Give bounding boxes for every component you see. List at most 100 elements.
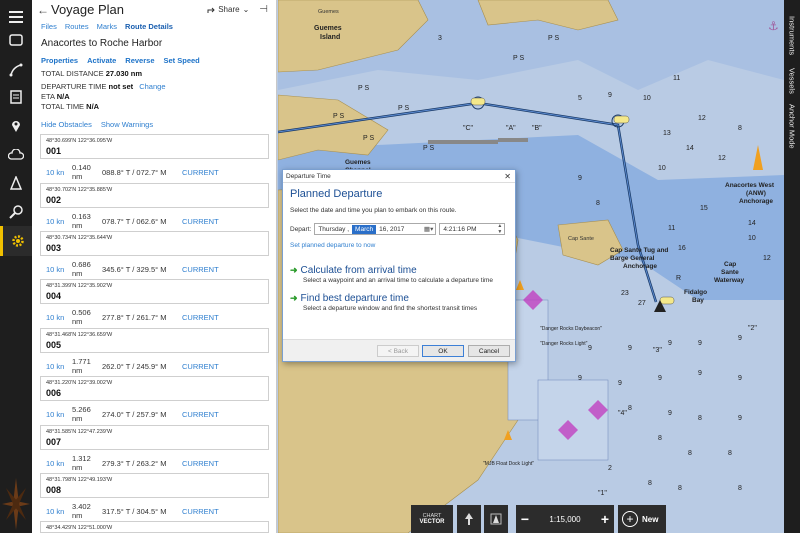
svg-text:8: 8	[688, 450, 692, 457]
reverse-button[interactable]: Reverse	[125, 56, 154, 67]
leg-current: CURRENT	[182, 506, 219, 516]
leg-distance: 1.312 nm	[72, 454, 91, 472]
waypoint-card[interactable]: 48°30.702'N 122°35.885'W 002	[40, 183, 269, 208]
zoom-in-button[interactable]: +	[596, 511, 614, 527]
settings-gear-icon[interactable]	[0, 226, 32, 256]
leg-row[interactable]: 10 kn 0.163 nm 078.7° T / 062.6° M CURRE…	[46, 212, 266, 230]
svg-text:8: 8	[596, 200, 600, 207]
chart-mode-label: VECTOR	[419, 519, 445, 525]
cancel-button[interactable]: Cancel	[468, 345, 510, 357]
plus-circle-icon: +	[622, 511, 638, 527]
leg-distance: 0.163 nm	[72, 212, 91, 230]
waypoint-card[interactable]: 48°34.429'N 122°51.000'W	[40, 521, 269, 533]
svg-text:9: 9	[578, 175, 582, 182]
leg-row[interactable]: 10 kn 1.771 nm 262.0° T / 245.9° M CURRE…	[46, 357, 266, 375]
leg-row[interactable]: 10 kn 0.506 nm 277.8° T / 261.7° M CURRE…	[46, 308, 266, 326]
tides-currents-icon[interactable]	[0, 168, 32, 198]
instruments-tab[interactable]: Instruments	[784, 10, 800, 62]
arrow-right-icon: ➜	[290, 264, 298, 275]
waypoint-card[interactable]: 48°31.798'N 122°49.193'W 008	[40, 473, 269, 498]
zoom-out-button[interactable]: −	[516, 511, 534, 527]
waypoint-card[interactable]: 48°31.468'N 122°36.659'W 005	[40, 328, 269, 353]
leg-speed[interactable]: 10 kn	[46, 410, 72, 419]
back-arrow-icon[interactable]: ←	[37, 3, 51, 17]
svg-text:(ANW): (ANW)	[746, 190, 766, 197]
charts-icon[interactable]	[0, 25, 32, 55]
leg-speed[interactable]: 10 kn	[46, 265, 72, 274]
properties-button[interactable]: Properties	[41, 56, 78, 67]
svg-text:11: 11	[668, 225, 675, 232]
leg-row[interactable]: 10 kn 1.312 nm 279.3° T / 263.2° M CURRE…	[46, 454, 266, 472]
show-warnings-link[interactable]: Show Warnings	[101, 120, 153, 130]
waypoint-coord: 48°30.734'N 122°35.644'W	[46, 235, 113, 241]
waypoint-number: 004	[46, 291, 62, 301]
calculate-from-arrival-option[interactable]: ➜ Calculate from arrival time Select a wa…	[283, 264, 515, 285]
waypoint-card[interactable]: 48°31.220'N 122°39.002'W 006	[40, 376, 269, 401]
north-up-button[interactable]	[457, 505, 481, 533]
departure-time-field[interactable]: 4:21:16 PM ▲ ▼	[439, 223, 506, 235]
routes-icon[interactable]	[0, 55, 32, 85]
set-departure-now-link[interactable]: Set planned departure to now	[283, 242, 515, 251]
ok-button[interactable]: OK	[422, 345, 464, 357]
new-label: New	[642, 514, 659, 524]
boat-follow-button[interactable]	[484, 505, 508, 533]
back-button[interactable]: < Back	[377, 345, 419, 357]
close-icon[interactable]: ✕	[504, 172, 511, 181]
time-spinner-icon[interactable]: ▲ ▼	[497, 223, 502, 235]
departure-date-picker[interactable]: Thursday , March 16, 2017 ▦▾	[314, 223, 437, 235]
waypoint-number: 006	[46, 388, 62, 398]
svg-text:9: 9	[738, 335, 742, 342]
pin-icon[interactable]: ⊣	[259, 4, 268, 15]
date-month[interactable]: March	[352, 224, 377, 234]
hide-obstacles-link[interactable]: Hide Obstacles	[41, 120, 92, 130]
waypoint-card[interactable]: 48°31.585'N 122°47.239'W 007	[40, 425, 269, 450]
svg-text:P S: P S	[398, 105, 409, 112]
svg-text:Island: Island	[320, 34, 340, 41]
leg-distance: 5.266 nm	[72, 405, 91, 423]
leg-row[interactable]: 10 kn 0.140 nm 088.8° T / 072.7° M CURRE…	[46, 163, 266, 181]
svg-text:Fidalgo: Fidalgo	[684, 289, 707, 296]
tab-files[interactable]: Files	[41, 22, 57, 31]
waypoint-card[interactable]: 48°30.699'N 122°36.095'W 001	[40, 134, 269, 159]
boat-icon	[490, 513, 502, 525]
leg-speed[interactable]: 10 kn	[46, 217, 72, 226]
change-departure-link[interactable]: Change	[139, 82, 165, 91]
share-button[interactable]: Share ⌄	[207, 5, 249, 14]
svg-text:"A": "A"	[506, 125, 516, 132]
svg-text:9: 9	[578, 375, 582, 382]
svg-text:8: 8	[698, 415, 702, 422]
leg-row[interactable]: 10 kn 0.686 nm 345.6° T / 329.5° M CURRE…	[46, 260, 266, 278]
search-icon[interactable]	[0, 197, 32, 227]
calendar-icon[interactable]: ▦▾	[424, 225, 433, 233]
leg-speed[interactable]: 10 kn	[46, 459, 72, 468]
route-actions: Properties Activate Reverse Set Speed	[32, 56, 276, 67]
leg-speed[interactable]: 10 kn	[46, 168, 72, 177]
total-time-label: TOTAL TIME	[41, 102, 85, 111]
tab-marks[interactable]: Marks	[97, 22, 117, 31]
marks-icon[interactable]	[0, 111, 32, 141]
svg-text:Bay: Bay	[692, 297, 704, 304]
leg-speed[interactable]: 10 kn	[46, 507, 72, 516]
leg-current: CURRENT	[182, 361, 219, 371]
leg-speed[interactable]: 10 kn	[46, 313, 72, 322]
north-arrow-icon	[465, 513, 473, 525]
find-best-departure-option[interactable]: ➜ Find best departure time Select a depar…	[283, 292, 515, 313]
leg-row[interactable]: 10 kn 5.266 nm 274.0° T / 257.9° M CURRE…	[46, 405, 266, 423]
leg-speed[interactable]: 10 kn	[46, 362, 72, 371]
vessels-tab[interactable]: Vessels	[784, 62, 800, 100]
waypoint-card[interactable]: 48°30.734'N 122°35.644'W 003	[40, 231, 269, 256]
weather-icon[interactable]	[0, 140, 32, 170]
leg-row[interactable]: 10 kn 3.402 nm 317.5° T / 304.5° M CURRE…	[46, 502, 266, 520]
waypoint-card[interactable]: 48°31.399'N 122°35.902'W 004	[40, 279, 269, 304]
tab-route-details[interactable]: Route Details	[125, 22, 173, 31]
chevron-down-icon: ⌄	[242, 5, 250, 14]
chart-mode-button[interactable]: CHART VECTOR	[411, 505, 453, 533]
activate-button[interactable]: Activate	[87, 56, 116, 67]
svg-text:8: 8	[738, 125, 742, 132]
set-speed-button[interactable]: Set Speed	[164, 56, 200, 67]
anchor-mode-tab[interactable]: Anchor Mode	[784, 100, 800, 152]
tab-routes[interactable]: Routes	[65, 22, 89, 31]
logbook-icon[interactable]	[0, 82, 32, 112]
new-button[interactable]: + New	[618, 505, 666, 533]
svg-text:Waterway: Waterway	[714, 277, 744, 284]
